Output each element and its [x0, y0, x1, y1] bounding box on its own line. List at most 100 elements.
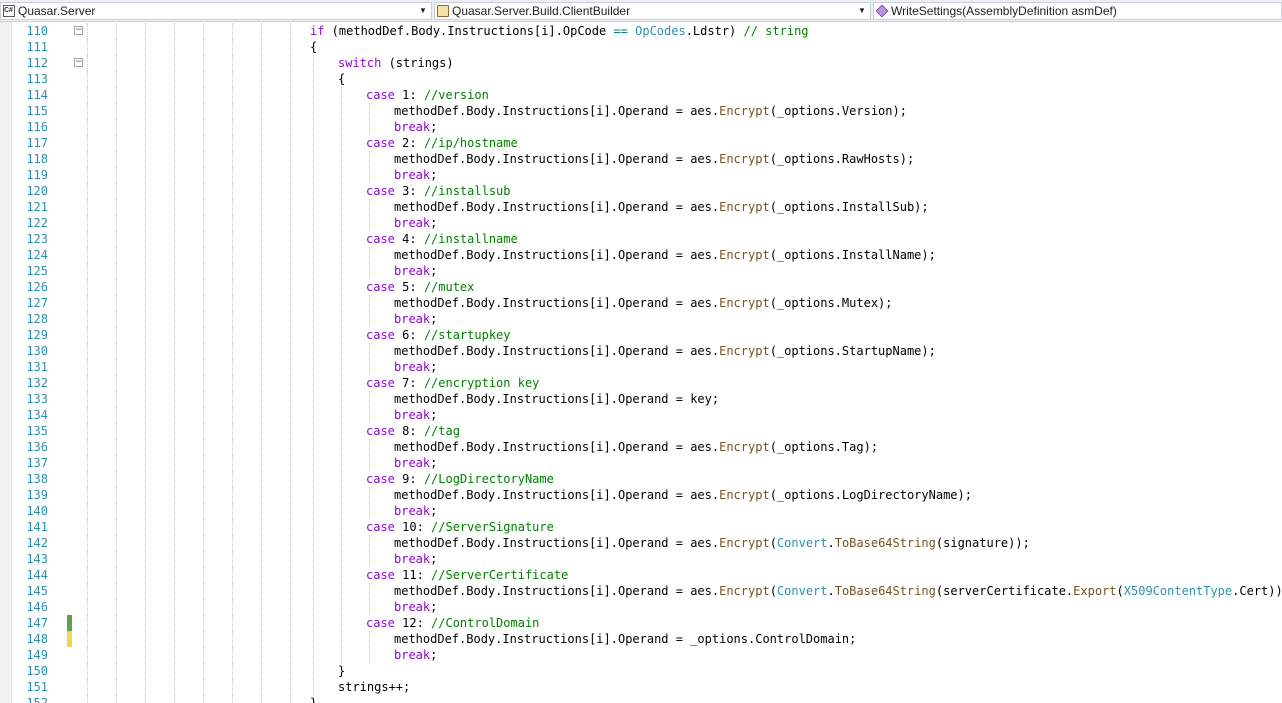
code-line[interactable]: 152} [0, 695, 1282, 703]
indent-guide [341, 375, 342, 391]
indent-guide [290, 199, 291, 215]
indent-guide [369, 167, 370, 183]
indent-guide [313, 71, 314, 87]
line-number: 149 [26, 648, 48, 662]
indent-guide [261, 119, 262, 135]
code-line[interactable]: 128 break; [0, 311, 1282, 327]
code-line[interactable]: 132 case 7: //encryption key [0, 375, 1282, 391]
code-line[interactable]: 129 case 6: //startupkey [0, 327, 1282, 343]
type-dropdown[interactable]: Quasar.Server.Build.ClientBuilder ▼ [434, 2, 871, 20]
indent-guide [174, 151, 175, 167]
indent-guide [232, 71, 233, 87]
code-editor[interactable]: 110− if (methodDef.Body.Instructions[i].O… [0, 22, 1282, 703]
indent-guide [290, 103, 291, 119]
code-line[interactable]: 111 { [0, 39, 1282, 55]
indent-guide [145, 103, 146, 119]
project-dropdown[interactable]: Quasar.Server ▼ [0, 2, 432, 20]
code-line[interactable]: 138 case 9: //LogDirectoryName [0, 471, 1282, 487]
code-token: (strings) [381, 56, 454, 70]
indent-guide [203, 167, 204, 183]
line-number: 110 [26, 24, 48, 38]
collapse-icon[interactable]: − [74, 26, 83, 35]
code-line[interactable]: 124 methodDef.Body.Instructions[i].Operan… [0, 247, 1282, 263]
indent-guide [313, 87, 314, 103]
code-line[interactable]: 120 case 3: //installsub [0, 183, 1282, 199]
code-line[interactable]: 117 case 2: //ip/hostname [0, 135, 1282, 151]
code-line[interactable]: 113 { [0, 71, 1282, 87]
indent-guide [174, 327, 175, 343]
code-line[interactable]: 139 methodDef.Body.Instructions[i].Operan… [0, 487, 1282, 503]
indent-guide [174, 167, 175, 183]
indent-guide [341, 279, 342, 295]
indent-guide [203, 663, 204, 679]
code-line[interactable]: 141 case 10: //ServerSignature [0, 519, 1282, 535]
member-dropdown[interactable]: WriteSettings(AssemblyDefinition asmDef) [873, 2, 1282, 20]
line-number: 127 [26, 296, 48, 310]
indent-guide [116, 279, 117, 295]
code-line[interactable]: 115 methodDef.Body.Instructions[i].Operan… [0, 103, 1282, 119]
indent-guide [313, 663, 314, 679]
indent-guide [232, 375, 233, 391]
code-token: methodDef.Body.Instructions[i].Operand =… [394, 104, 720, 118]
code-line[interactable]: 114 case 1: //version [0, 87, 1282, 103]
code-token: ; [430, 456, 438, 470]
code-line[interactable]: 131 break; [0, 359, 1282, 375]
code-token: (_options.Mutex); [769, 296, 893, 310]
line-number: 113 [26, 72, 48, 86]
indent-guide [232, 535, 233, 551]
code-line[interactable]: 130 methodDef.Body.Instructions[i].Operan… [0, 343, 1282, 359]
code-line[interactable]: 134 break; [0, 407, 1282, 423]
code-line[interactable]: 149 break; [0, 647, 1282, 663]
collapse-icon[interactable]: − [74, 58, 83, 67]
indent-guide [116, 455, 117, 471]
code-line[interactable]: 145 methodDef.Body.Instructions[i].Operan… [0, 583, 1282, 599]
indent-guide [341, 631, 342, 647]
code-line[interactable]: 118 methodDef.Body.Instructions[i].Operan… [0, 151, 1282, 167]
code-line[interactable]: 147 case 12: //ControlDomain [0, 615, 1282, 631]
code-line[interactable]: 136 methodDef.Body.Instructions[i].Operan… [0, 439, 1282, 455]
code-line[interactable]: 133 methodDef.Body.Instructions[i].Operan… [0, 391, 1282, 407]
indent-guide [290, 391, 291, 407]
indent-guide [232, 423, 233, 439]
code-line[interactable]: 125 break; [0, 263, 1282, 279]
indent-guide [313, 183, 314, 199]
indent-guide [313, 471, 314, 487]
indent-guide [232, 215, 233, 231]
code-line[interactable]: 112 − switch (strings) [0, 55, 1282, 71]
code-line[interactable]: 142 methodDef.Body.Instructions[i].Operan… [0, 535, 1282, 551]
code-line[interactable]: 127 methodDef.Body.Instructions[i].Operan… [0, 295, 1282, 311]
code-line[interactable]: 150} [0, 663, 1282, 679]
code-line[interactable]: 135 case 8: //tag [0, 423, 1282, 439]
indent-guide [290, 215, 291, 231]
indent-guide [369, 551, 370, 567]
indent-guide [261, 359, 262, 375]
code-line[interactable]: 146 break; [0, 599, 1282, 615]
chevron-down-icon[interactable]: ▼ [417, 3, 429, 19]
code-line[interactable]: 137 break; [0, 455, 1282, 471]
indent-guide [116, 359, 117, 375]
indent-guide [87, 247, 88, 263]
indent-guide [232, 615, 233, 631]
indent-guide [174, 519, 175, 535]
indent-guide [116, 327, 117, 343]
code-line[interactable]: 121 methodDef.Body.Instructions[i].Operan… [0, 199, 1282, 215]
code-line[interactable]: 144 case 11: //ServerCertificate [0, 567, 1282, 583]
indent-guide [174, 423, 175, 439]
code-line[interactable]: 151 strings++; [0, 679, 1282, 695]
code-line[interactable]: 122 break; [0, 215, 1282, 231]
code-token: break [394, 600, 431, 614]
code-line[interactable]: 148 methodDef.Body.Instructions[i].Operan… [0, 631, 1282, 647]
chevron-down-icon[interactable]: ▼ [856, 3, 868, 19]
code-token: // string [743, 24, 809, 38]
code-line[interactable]: 110 − if (methodDef.Body.Instructions[i].O… [0, 23, 1282, 39]
code-line[interactable]: 116 break; [0, 119, 1282, 135]
indent-guide [174, 375, 175, 391]
code-line[interactable]: 126 case 5: //mutex [0, 279, 1282, 295]
code-line[interactable]: 123 case 4: //installname [0, 231, 1282, 247]
change-saved-marker [67, 615, 72, 631]
code-line[interactable]: 143 break; [0, 551, 1282, 567]
indent-guide [203, 519, 204, 535]
indent-guide [116, 567, 117, 583]
code-line[interactable]: 119 break; [0, 167, 1282, 183]
code-line[interactable]: 140 break; [0, 503, 1282, 519]
